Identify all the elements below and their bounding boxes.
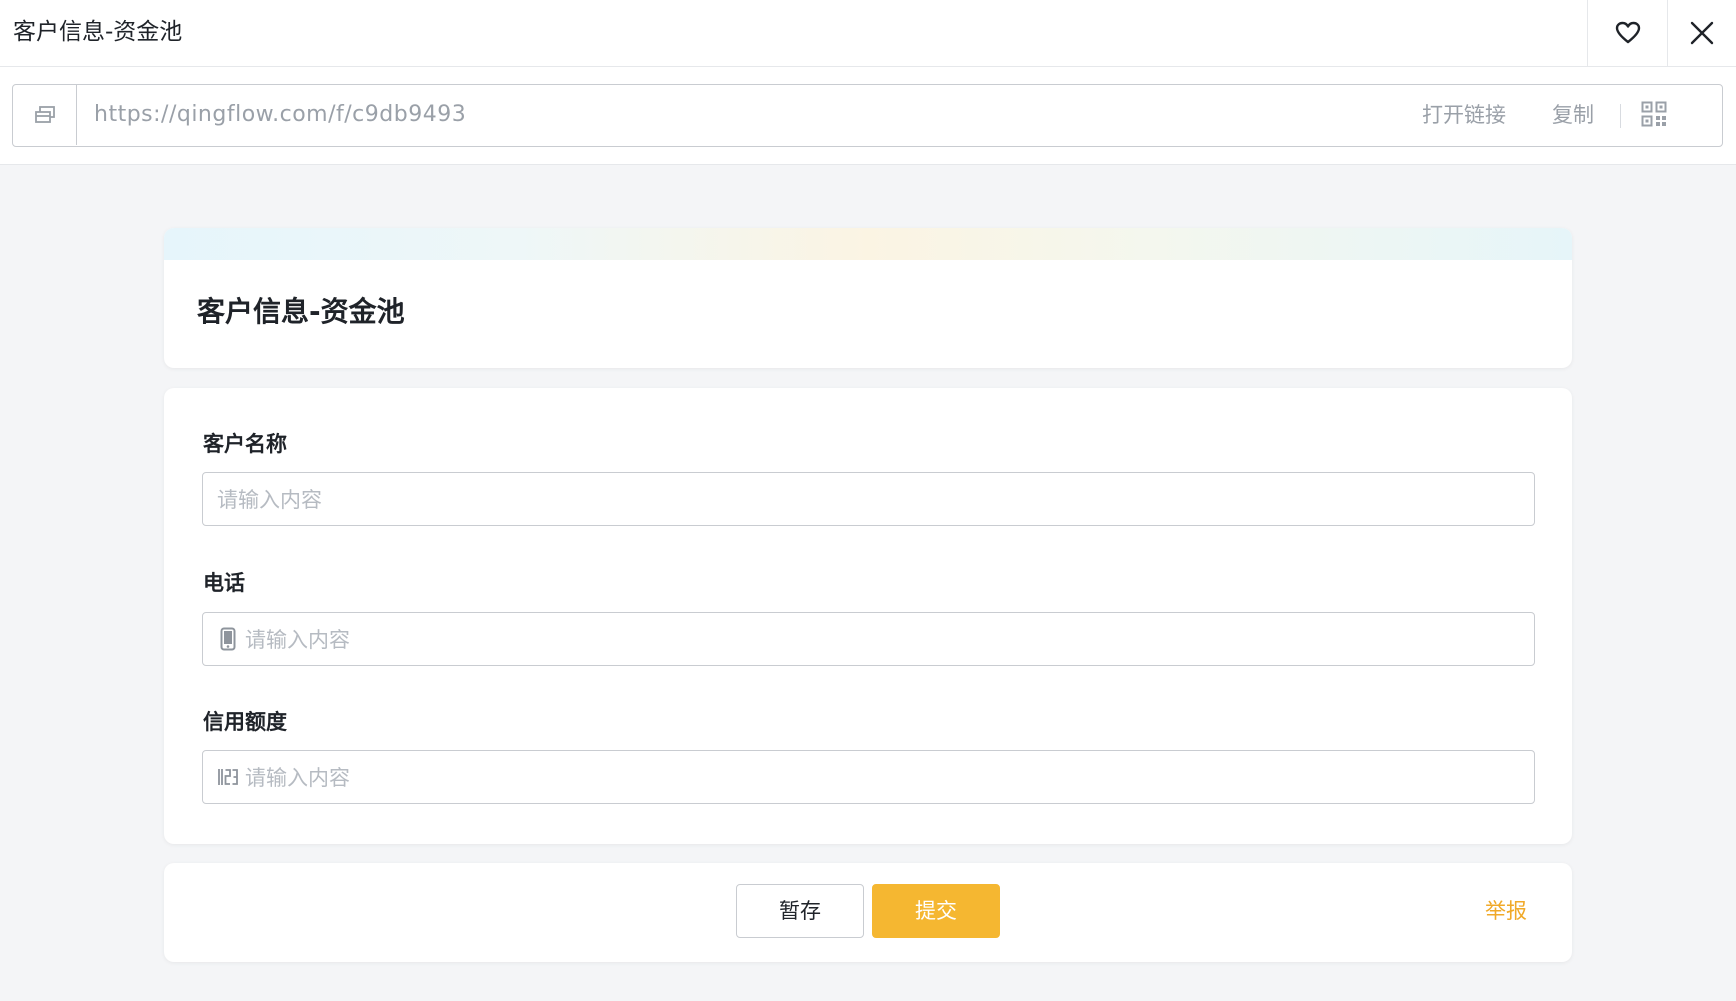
share-link-area: https://qingflow.com/f/c9db9493 打开链接 复制: [0, 67, 1736, 165]
phone-placeholder: 请输入内容: [245, 628, 350, 652]
window-title: 客户信息-资金池: [13, 19, 183, 45]
qr-code-button[interactable]: [1641, 101, 1671, 131]
save-draft-button[interactable]: 暂存: [736, 884, 864, 938]
form-actions-card: 暂存 提交 举报: [164, 863, 1572, 962]
credit-limit-placeholder: 请输入内容: [245, 766, 350, 790]
title-bar: 客户信息-资金池: [0, 0, 1736, 67]
share-link-box: https://qingflow.com/f/c9db9493 打开链接 复制: [12, 84, 1723, 147]
share-url[interactable]: https://qingflow.com/f/c9db9493: [94, 101, 466, 129]
customer-name-input[interactable]: 请输入内容: [202, 472, 1535, 526]
phone-icon: [217, 627, 239, 651]
close-icon: [1690, 21, 1714, 45]
open-link-button[interactable]: 打开链接: [1422, 101, 1506, 129]
url-divider: [1620, 104, 1621, 128]
form-header-card: 客户信息-资金池: [164, 228, 1572, 368]
field-label-customer-name: 客户名称: [203, 432, 287, 456]
form-fields-card: 客户名称 请输入内容 电话 请输入内容 信用额度 请输入内容: [164, 388, 1572, 844]
number-icon: [217, 765, 239, 789]
close-button[interactable]: [1667, 0, 1736, 66]
field-label-credit-limit: 信用额度: [203, 710, 287, 734]
credit-limit-input[interactable]: 请输入内容: [202, 750, 1535, 804]
report-link[interactable]: 举报: [1485, 897, 1527, 925]
link-icon-cell: [13, 85, 77, 145]
submit-button[interactable]: 提交: [872, 884, 1000, 938]
field-label-phone: 电话: [203, 571, 245, 595]
copy-link-button[interactable]: 复制: [1552, 101, 1594, 129]
window-link-icon: [34, 106, 55, 123]
qr-code-icon: [1641, 101, 1667, 127]
favorite-button[interactable]: [1587, 0, 1667, 66]
heart-icon: [1615, 21, 1640, 44]
header-banner: [164, 228, 1572, 260]
form-title: 客户信息-资金池: [197, 295, 405, 328]
phone-input[interactable]: 请输入内容: [202, 612, 1535, 666]
customer-name-placeholder: 请输入内容: [217, 488, 322, 512]
